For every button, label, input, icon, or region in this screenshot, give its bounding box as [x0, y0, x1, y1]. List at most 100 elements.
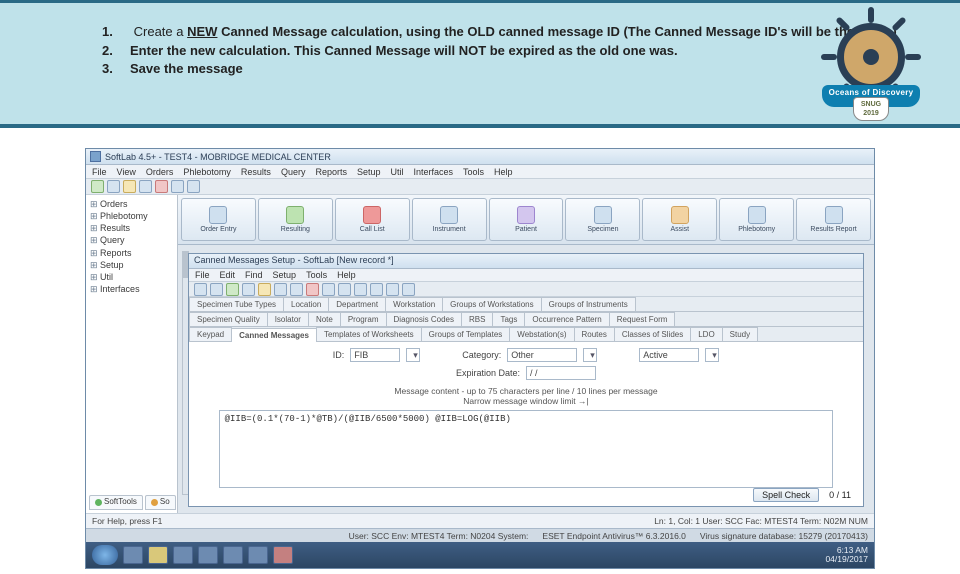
tab[interactable]: Tags	[492, 312, 525, 326]
taskbar-icon[interactable]	[273, 546, 293, 564]
tree-node[interactable]: Reports	[90, 247, 173, 259]
tree-node[interactable]: Results	[90, 222, 173, 234]
sub-toolbar-icon[interactable]	[274, 283, 287, 296]
menu-view[interactable]: View	[117, 167, 136, 177]
sub-toolbar-icon[interactable]	[338, 283, 351, 296]
taskbar-icon[interactable]	[198, 546, 218, 564]
toolbar-icon[interactable]	[171, 180, 184, 193]
menu-query[interactable]: Query	[281, 167, 306, 177]
submenu-file[interactable]: File	[195, 270, 210, 280]
tab[interactable]: Specimen Tube Types	[189, 297, 284, 311]
tab[interactable]: Location	[283, 297, 329, 311]
nav-tree[interactable]: Orders Phlebotomy Results Query Reports …	[86, 195, 178, 513]
tab[interactable]: Program	[340, 312, 387, 326]
tab[interactable]: Groups of Workstations	[442, 297, 541, 311]
tree-node[interactable]: Orders	[90, 198, 173, 210]
btn-specimen[interactable]: Specimen	[565, 198, 640, 241]
sub-toolbar-icon[interactable]	[306, 283, 319, 296]
sub-toolbar-icon[interactable]	[402, 283, 415, 296]
system-tray-clock[interactable]: 6:13 AM 04/19/2017	[825, 546, 868, 565]
btn-instrument[interactable]: Instrument	[412, 198, 487, 241]
menu-tools[interactable]: Tools	[463, 167, 484, 177]
tree-node[interactable]: Query	[90, 234, 173, 246]
tab[interactable]: Routes	[574, 327, 615, 341]
sub-toolbar-icon[interactable]	[226, 283, 239, 296]
toolbar-icon[interactable]	[91, 180, 104, 193]
taskbar-icon[interactable]	[248, 546, 268, 564]
menu-util[interactable]: Util	[391, 167, 404, 177]
menu-results[interactable]: Results	[241, 167, 271, 177]
tab[interactable]: Note	[308, 312, 341, 326]
tab[interactable]: RBS	[461, 312, 493, 326]
menu-file[interactable]: File	[92, 167, 107, 177]
tab[interactable]: Webstation(s)	[509, 327, 574, 341]
category-dropdown[interactable]	[583, 348, 597, 362]
tab[interactable]: Keypad	[189, 327, 232, 341]
tab[interactable]: Department	[328, 297, 386, 311]
tab[interactable]: Occurrence Pattern	[524, 312, 609, 326]
app-menubar[interactable]: File View Orders Phlebotomy Results Quer…	[86, 165, 874, 179]
status-dropdown[interactable]	[705, 348, 719, 362]
menu-orders[interactable]: Orders	[146, 167, 174, 177]
category-field[interactable]: Other	[507, 348, 577, 362]
submenu-tools[interactable]: Tools	[306, 270, 327, 280]
menu-help[interactable]: Help	[494, 167, 513, 177]
start-button-icon[interactable]	[92, 545, 118, 565]
tab[interactable]: Groups of Instruments	[541, 297, 636, 311]
tab[interactable]: Isolator	[267, 312, 309, 326]
sub-toolbar-icon[interactable]	[370, 283, 383, 296]
sub-toolbar-icon[interactable]	[194, 283, 207, 296]
menu-setup[interactable]: Setup	[357, 167, 381, 177]
tab[interactable]: Study	[722, 327, 758, 341]
tree-node[interactable]: Setup	[90, 259, 173, 271]
taskbar-icon[interactable]	[148, 546, 168, 564]
btn-patient[interactable]: Patient	[489, 198, 564, 241]
menu-reports[interactable]: Reports	[315, 167, 347, 177]
toolbar-icon[interactable]	[155, 180, 168, 193]
taskbar-icon[interactable]	[173, 546, 193, 564]
sub-toolbar-icon[interactable]	[322, 283, 335, 296]
sub-toolbar-icon[interactable]	[242, 283, 255, 296]
btn-resulting[interactable]: Resulting	[258, 198, 333, 241]
btn-order-entry[interactable]: Order Entry	[181, 198, 256, 241]
side-tab[interactable]: SoftTools	[89, 495, 143, 510]
status-field[interactable]: Active	[639, 348, 699, 362]
btn-assist[interactable]: Assist	[642, 198, 717, 241]
submenu-edit[interactable]: Edit	[220, 270, 236, 280]
tree-node[interactable]: Util	[90, 271, 173, 283]
submenu-help[interactable]: Help	[337, 270, 356, 280]
windows-taskbar[interactable]: 6:13 AM 04/19/2017	[86, 542, 874, 568]
taskbar-icon[interactable]	[223, 546, 243, 564]
tab[interactable]: Classes of Slides	[614, 327, 691, 341]
menu-phlebotomy[interactable]: Phlebotomy	[183, 167, 231, 177]
side-tab[interactable]: So	[145, 495, 176, 510]
sub-toolbar-icon[interactable]	[290, 283, 303, 296]
message-textarea[interactable]: @IIB=(0.1*(70-1)*@TB)/(@IIB/6500*5000) @…	[219, 410, 834, 488]
sub-toolbar-icon[interactable]	[258, 283, 271, 296]
submenu-setup[interactable]: Setup	[273, 270, 297, 280]
sub-toolbar-icon[interactable]	[210, 283, 223, 296]
toolbar-icon[interactable]	[107, 180, 120, 193]
id-dropdown[interactable]	[406, 348, 420, 362]
toolbar-icon[interactable]	[139, 180, 152, 193]
tab[interactable]: Request Form	[609, 312, 676, 326]
toolbar-icon[interactable]	[187, 180, 200, 193]
id-field[interactable]: FIB	[350, 348, 400, 362]
tab[interactable]: Workstation	[385, 297, 443, 311]
tab[interactable]: Diagnosis Codes	[386, 312, 462, 326]
subwin-menubar[interactable]: File Edit Find Setup Tools Help	[189, 269, 863, 282]
tab[interactable]: LDO	[690, 327, 722, 341]
tree-node[interactable]: Interfaces	[90, 283, 173, 295]
tree-node[interactable]: Phlebotomy	[90, 210, 173, 222]
submenu-find[interactable]: Find	[245, 270, 263, 280]
menu-interfaces[interactable]: Interfaces	[414, 167, 454, 177]
sub-toolbar-icon[interactable]	[386, 283, 399, 296]
tab[interactable]: Templates of Worksheets	[316, 327, 422, 341]
btn-phlebotomy[interactable]: Phlebotomy	[719, 198, 794, 241]
btn-call-list[interactable]: Call List	[335, 198, 410, 241]
spell-check-button[interactable]: Spell Check	[753, 488, 819, 502]
toolbar-icon[interactable]	[123, 180, 136, 193]
tab[interactable]: Specimen Quality	[189, 312, 268, 326]
tab[interactable]: Groups of Templates	[421, 327, 511, 341]
sub-toolbar-icon[interactable]	[354, 283, 367, 296]
